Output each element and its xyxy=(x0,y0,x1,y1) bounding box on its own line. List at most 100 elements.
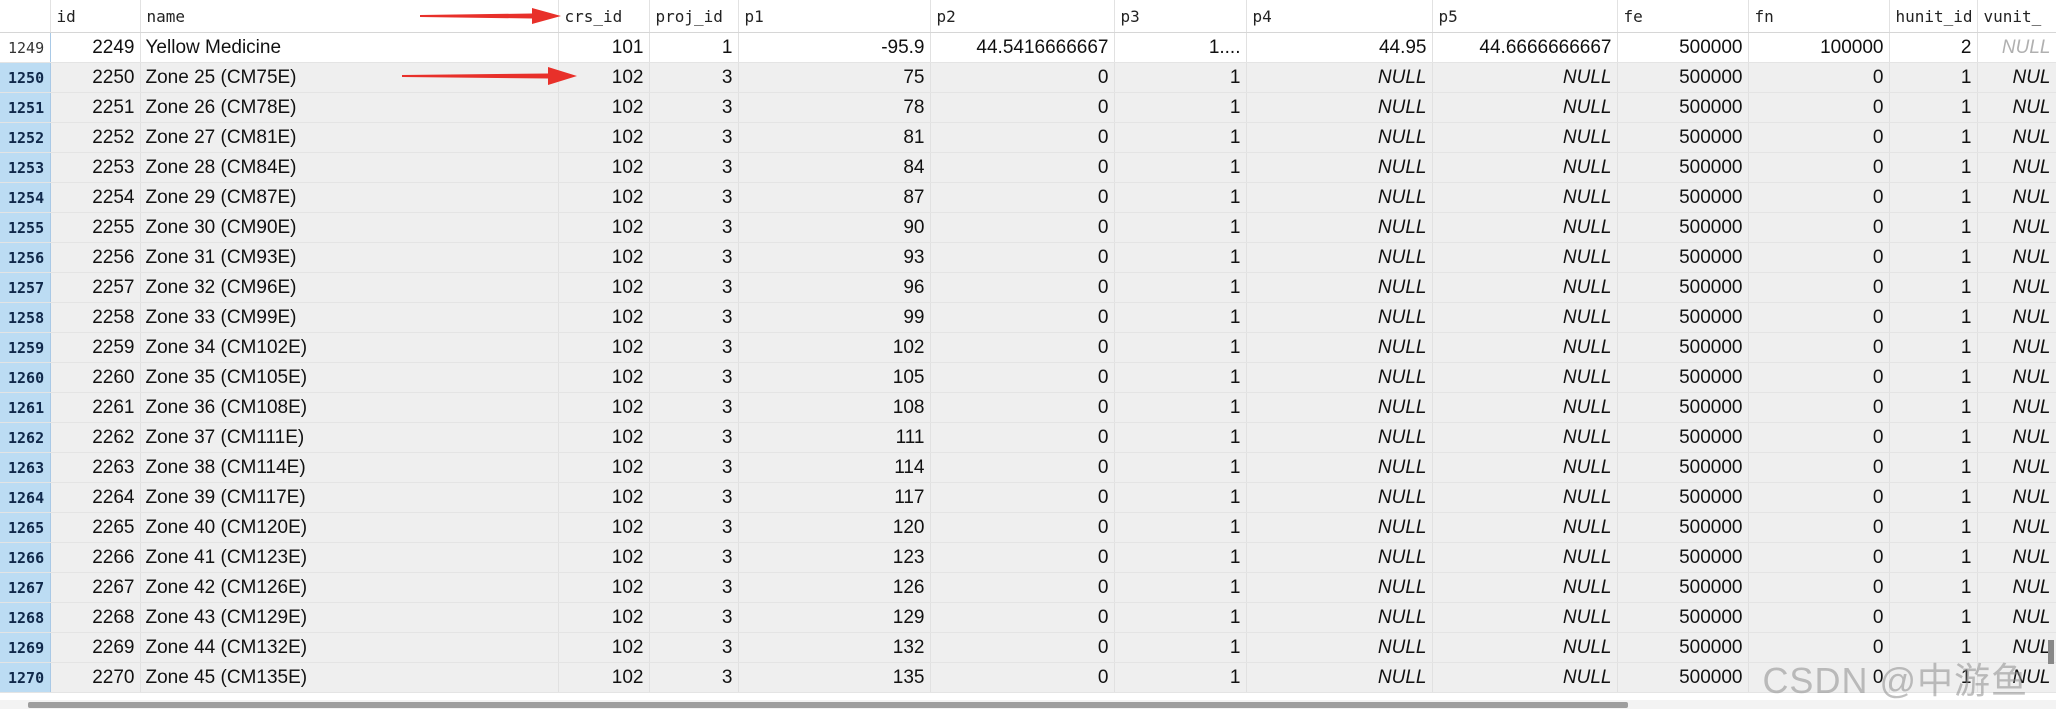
cell-fe[interactable]: 500000 xyxy=(1617,92,1749,123)
cell-p3[interactable]: 1 xyxy=(1114,482,1247,513)
cell-p3[interactable]: 1 xyxy=(1114,602,1247,633)
cell-crs-id[interactable]: 102 xyxy=(558,332,650,363)
cell-p3[interactable]: 1 xyxy=(1114,662,1247,693)
cell-fe[interactable]: 500000 xyxy=(1617,422,1749,453)
cell-id[interactable]: 2268 xyxy=(50,602,141,633)
cell-p3[interactable]: 1 xyxy=(1114,242,1247,273)
cell-fn[interactable]: 0 xyxy=(1748,602,1890,633)
cell-proj-id[interactable]: 3 xyxy=(649,392,739,423)
cell-p4[interactable]: NULL xyxy=(1246,242,1433,273)
cell-p4[interactable]: NULL xyxy=(1246,122,1433,153)
table-row[interactable]: 1266 2266 Zone 41 (CM123E) 102 3 123 0 1 NULL NUL… xyxy=(0,542,2056,573)
cell-id[interactable]: 2254 xyxy=(50,182,141,213)
cell-vunit[interactable]: NUL xyxy=(1977,182,2056,213)
row-number-header[interactable] xyxy=(0,0,51,33)
cell-p1[interactable]: 93 xyxy=(738,242,931,273)
cell-p1[interactable]: 117 xyxy=(738,482,931,513)
cell-vunit[interactable]: NUL xyxy=(1977,92,2056,123)
cell-proj-id[interactable]: 3 xyxy=(649,452,739,483)
cell-vunit[interactable]: NULL xyxy=(1977,32,2056,63)
cell-p3[interactable]: 1 xyxy=(1114,422,1247,453)
table-row[interactable]: 1257 2257 Zone 32 (CM96E) 102 3 96 0 1 NULL NULL 5… xyxy=(0,272,2056,303)
cell-p2[interactable]: 0 xyxy=(930,482,1115,513)
cell-p2[interactable]: 0 xyxy=(930,632,1115,663)
cell-name[interactable]: Zone 33 (CM99E) xyxy=(140,302,559,333)
cell-crs-id[interactable]: 102 xyxy=(558,392,650,423)
cell-id[interactable]: 2263 xyxy=(50,452,141,483)
cell-proj-id[interactable]: 3 xyxy=(649,122,739,153)
cell-p1[interactable]: 84 xyxy=(738,152,931,183)
cell-p3[interactable]: 1 xyxy=(1114,632,1247,663)
cell-p4[interactable]: NULL xyxy=(1246,422,1433,453)
cell-hunit-id[interactable]: 1 xyxy=(1889,452,1978,483)
cell-p3[interactable]: 1 xyxy=(1114,212,1247,243)
cell-p4[interactable]: NULL xyxy=(1246,632,1433,663)
cell-p5[interactable]: NULL xyxy=(1432,152,1618,183)
row-number[interactable]: 1258 xyxy=(0,302,51,333)
cell-proj-id[interactable]: 3 xyxy=(649,572,739,603)
cell-p1[interactable]: 78 xyxy=(738,92,931,123)
column-header-p5[interactable]: p5 xyxy=(1432,0,1618,33)
cell-p3[interactable]: 1 xyxy=(1114,512,1247,543)
cell-name[interactable]: Zone 32 (CM96E) xyxy=(140,272,559,303)
cell-vunit[interactable]: NUL xyxy=(1977,392,2056,423)
table-row[interactable]: 1258 2258 Zone 33 (CM99E) 102 3 99 0 1 NULL NULL 5… xyxy=(0,302,2056,333)
cell-p1[interactable]: 120 xyxy=(738,512,931,543)
cell-vunit[interactable]: NUL xyxy=(1977,572,2056,603)
cell-hunit-id[interactable]: 1 xyxy=(1889,572,1978,603)
row-number[interactable]: 1260 xyxy=(0,362,51,393)
cell-p5[interactable]: NULL xyxy=(1432,542,1618,573)
row-number[interactable]: 1268 xyxy=(0,602,51,633)
row-number[interactable]: 1265 xyxy=(0,512,51,543)
column-header-p4[interactable]: p4 xyxy=(1246,0,1433,33)
cell-p5[interactable]: NULL xyxy=(1432,632,1618,663)
cell-name[interactable]: Zone 38 (CM114E) xyxy=(140,452,559,483)
cell-fn[interactable]: 0 xyxy=(1748,242,1890,273)
cell-fe[interactable]: 500000 xyxy=(1617,62,1749,93)
cell-id[interactable]: 2264 xyxy=(50,482,141,513)
cell-proj-id[interactable]: 3 xyxy=(649,662,739,693)
cell-id[interactable]: 2270 xyxy=(50,662,141,693)
column-header-fn[interactable]: fn xyxy=(1748,0,1890,33)
cell-fn[interactable]: 0 xyxy=(1748,362,1890,393)
cell-p3[interactable]: 1 xyxy=(1114,182,1247,213)
cell-p5[interactable]: NULL xyxy=(1432,452,1618,483)
cell-p1[interactable]: 105 xyxy=(738,362,931,393)
table-row[interactable]: 1265 2265 Zone 40 (CM120E) 102 3 120 0 1 NULL NUL… xyxy=(0,512,2056,543)
cell-vunit[interactable]: NUL xyxy=(1977,602,2056,633)
cell-proj-id[interactable]: 3 xyxy=(649,422,739,453)
cell-p5[interactable]: NULL xyxy=(1432,182,1618,213)
table-row[interactable]: 1254 2254 Zone 29 (CM87E) 102 3 87 0 1 NULL NULL 5… xyxy=(0,182,2056,213)
cell-vunit[interactable]: NUL xyxy=(1977,272,2056,303)
cell-proj-id[interactable]: 3 xyxy=(649,482,739,513)
cell-p1[interactable]: 75 xyxy=(738,62,931,93)
cell-p3[interactable]: 1 xyxy=(1114,542,1247,573)
cell-hunit-id[interactable]: 1 xyxy=(1889,242,1978,273)
cell-crs-id[interactable]: 102 xyxy=(558,242,650,273)
cell-p5[interactable]: NULL xyxy=(1432,602,1618,633)
cell-p1[interactable]: 132 xyxy=(738,632,931,663)
table-row[interactable]: 1261 2261 Zone 36 (CM108E) 102 3 108 0 1 NULL NUL… xyxy=(0,392,2056,423)
cell-p5[interactable]: NULL xyxy=(1432,482,1618,513)
cell-vunit[interactable]: NUL xyxy=(1977,212,2056,243)
cell-p4[interactable]: NULL xyxy=(1246,362,1433,393)
cell-id[interactable]: 2251 xyxy=(50,92,141,123)
cell-crs-id[interactable]: 101 xyxy=(558,32,650,63)
cell-proj-id[interactable]: 3 xyxy=(649,602,739,633)
cell-vunit[interactable]: NUL xyxy=(1977,542,2056,573)
cell-p4[interactable]: NULL xyxy=(1246,662,1433,693)
cell-p3[interactable]: 1 xyxy=(1114,362,1247,393)
table-row[interactable]: 1252 2252 Zone 27 (CM81E) 102 3 81 0 1 NULL NULL 5… xyxy=(0,122,2056,153)
cell-hunit-id[interactable]: 1 xyxy=(1889,182,1978,213)
cell-p4[interactable]: NULL xyxy=(1246,92,1433,123)
cell-proj-id[interactable]: 1 xyxy=(649,32,739,63)
vertical-scrollbar-thumb[interactable] xyxy=(2048,640,2054,664)
cell-p3[interactable]: 1 xyxy=(1114,122,1247,153)
row-number[interactable]: 1267 xyxy=(0,572,51,603)
cell-name[interactable]: Zone 34 (CM102E) xyxy=(140,332,559,363)
cell-p2[interactable]: 0 xyxy=(930,422,1115,453)
cell-hunit-id[interactable]: 1 xyxy=(1889,62,1978,93)
cell-proj-id[interactable]: 3 xyxy=(649,212,739,243)
cell-vunit[interactable]: NUL xyxy=(1977,242,2056,273)
cell-name[interactable]: Zone 37 (CM111E) xyxy=(140,422,559,453)
